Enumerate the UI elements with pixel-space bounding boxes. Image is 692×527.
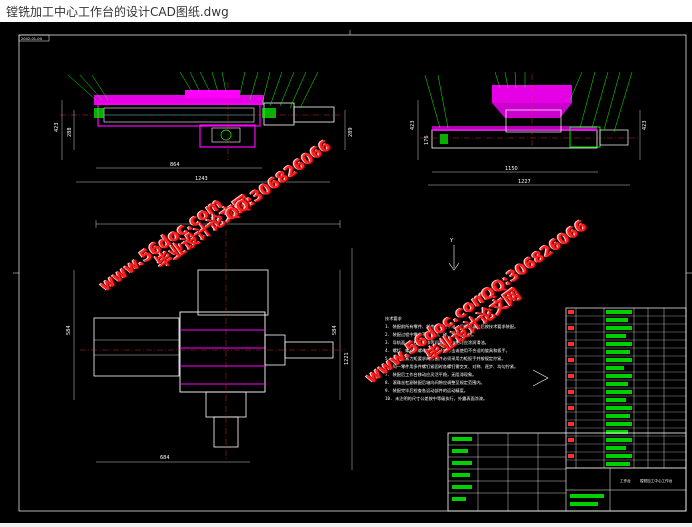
- dim-front-h2: 288: [67, 127, 73, 137]
- roughness-symbol: [532, 369, 549, 387]
- dim-plan-bottom: 684: [160, 455, 170, 461]
- corner-tag: 2002-01-00: [21, 37, 43, 41]
- titleblock-name: 工作台: [620, 478, 631, 483]
- dim-side-h3: 176: [424, 135, 430, 145]
- plan-dims: [73, 220, 353, 470]
- dim-side-h1: 423: [410, 120, 416, 130]
- note-line: 8. 滚珠丝杠副装配后轴向间隙应调整至规定范围内。: [385, 379, 485, 386]
- dim-front-len1: 864: [170, 162, 180, 168]
- titleblock-sub: 镗铣加工中心工作台: [640, 478, 673, 483]
- notes-heading: 技术要求: [385, 315, 403, 322]
- parts-list: [565, 307, 687, 469]
- view-arrow: Y: [448, 238, 460, 271]
- cad-drawing[interactable]: 2002-01-00 864 1243 423 288 289 1150 122…: [0, 22, 692, 523]
- dim-plan-h1: 584: [66, 325, 72, 335]
- note-line: 7. 装配后工作台移动应灵活平稳，无阻滞现象。: [385, 371, 476, 378]
- dim-side-len2: 1227: [518, 179, 531, 185]
- dim-front-h3: 289: [348, 127, 354, 137]
- front-view: [60, 82, 340, 160]
- dim-front-h1: 423: [54, 122, 60, 132]
- dim-plan-h3: 1221: [344, 352, 350, 365]
- window-titlebar: 镗铣加工中心工作台的设计CAD图纸.dwg: [0, 0, 692, 23]
- title-block: 工作台 镗铣加工中心工作台: [447, 432, 687, 512]
- note-line: 9. 装配完毕后检查各运动部件的运动精度。: [385, 387, 468, 394]
- side-view: [420, 74, 640, 150]
- dim-side-h2: 423: [642, 120, 648, 130]
- note-line: 10. 未注明的尺寸公差按中等级执行，外露表面涂漆。: [385, 395, 487, 402]
- dim-plan-h2: 584: [332, 325, 338, 335]
- view-arrow-label: Y: [449, 238, 454, 244]
- dim-front-len2: 1243: [195, 176, 208, 182]
- window-title: 镗铣加工中心工作台的设计CAD图纸.dwg: [6, 5, 229, 19]
- cad-canvas[interactable]: 2002-01-00 864 1243 423 288 289 1150 122…: [0, 22, 692, 523]
- dim-side-len1: 1150: [505, 166, 518, 172]
